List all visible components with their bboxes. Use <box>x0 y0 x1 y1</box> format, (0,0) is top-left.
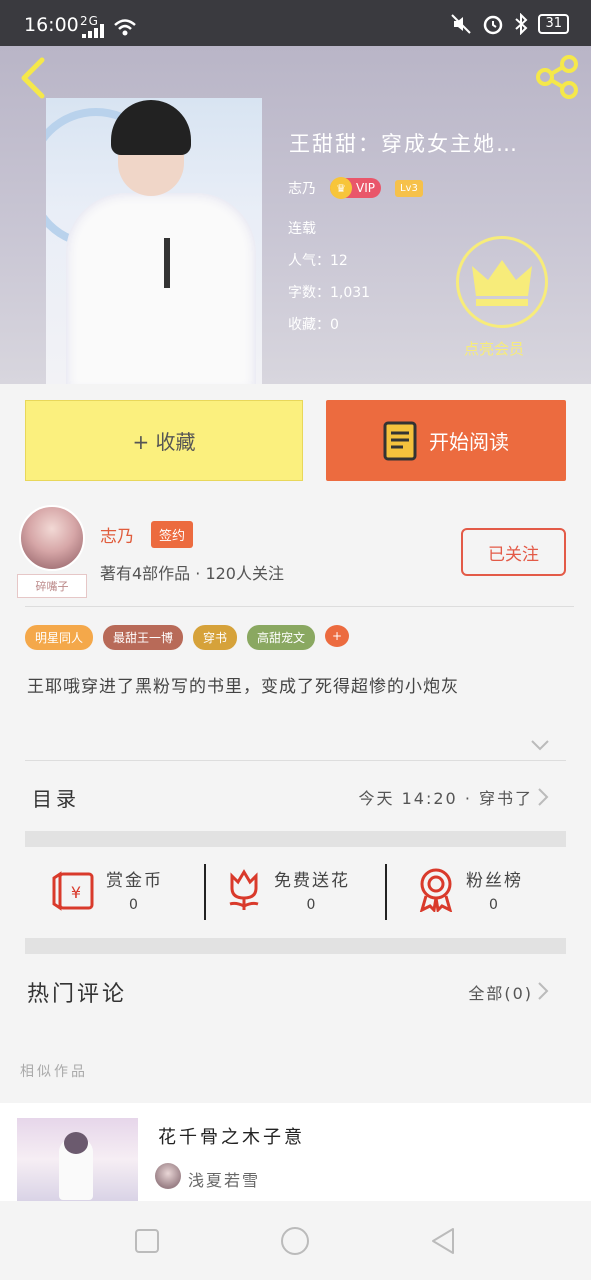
avatar-tag: 碎嘴子 <box>17 574 87 598</box>
toc-latest[interactable]: 今天 14:20 · 穿书了 <box>359 785 533 809</box>
vip-badge: ♛ VIP <box>330 177 381 199</box>
divider <box>25 760 566 761</box>
alarm-icon <box>484 15 503 35</box>
reward-coins-button[interactable]: ¥ 赏金币 0 <box>52 866 163 913</box>
send-flower-button[interactable]: 免费送花 0 <box>224 866 350 913</box>
similar-author-avatar <box>155 1163 181 1189</box>
mute-icon <box>451 14 472 34</box>
book-title: 王甜甜：穿成女主她… <box>289 132 519 156</box>
tag-item[interactable]: 明星同人 <box>25 625 94 650</box>
tag-list: 明星同人 最甜王一博 穿书 高甜宠文 + <box>25 625 350 650</box>
add-tag-button[interactable]: + <box>325 625 350 647</box>
book-description: 王耶哦穿进了黑粉写的书里，变成了死得超惨的小炮灰 <box>27 677 459 697</box>
system-nav-bar <box>0 1201 591 1280</box>
author-name[interactable]: 志乃 <box>100 522 134 547</box>
crown-icon: ♛ <box>330 177 352 199</box>
crown-icon <box>472 260 532 306</box>
divider <box>25 606 574 607</box>
wifi-icon <box>114 19 136 36</box>
home-icon[interactable] <box>279 1225 311 1257</box>
chevron-right-icon[interactable] <box>537 787 549 807</box>
similar-book-card[interactable]: 花千骨之木子意 浅夏若雪 <box>0 1103 591 1201</box>
author-stats: 著有4部作品 · 120人关注 <box>100 564 284 583</box>
status-time: 16:00 <box>24 14 79 36</box>
book-cover[interactable] <box>46 98 262 384</box>
member-button[interactable] <box>456 236 548 328</box>
action-count: 0 <box>129 897 140 913</box>
share-icon[interactable] <box>535 54 581 100</box>
author-name[interactable]: 志乃 <box>288 178 316 198</box>
popularity: 人气：12 <box>288 253 348 269</box>
battery-indicator: 31 <box>538 14 569 34</box>
svg-text:¥: ¥ <box>71 883 81 902</box>
serial-status: 连载 <box>288 221 316 237</box>
start-reading-button[interactable]: 开始阅读 <box>326 400 566 481</box>
action-label: 粉丝榜 <box>466 871 523 891</box>
member-label: 点亮会员 <box>464 340 525 358</box>
section-band <box>25 938 566 954</box>
section-band <box>25 831 566 847</box>
all-comments-link[interactable]: 全部(0) <box>468 980 533 1004</box>
status-bar: 16:00 2G 31 <box>0 0 591 46</box>
action-label: 免费送花 <box>274 871 350 891</box>
signed-badge: 签约 <box>151 521 194 548</box>
fan-ranking-button[interactable]: 粉丝榜 0 <box>416 866 523 913</box>
red-envelope-icon: ¥ <box>52 871 94 911</box>
author-avatar[interactable] <box>19 505 85 571</box>
book-header: 王甜甜：穿成女主她… 志乃 ♛ VIP Lv3 连载 人气：12 字数：1,03… <box>0 46 591 384</box>
collect-button[interactable]: + 收藏 <box>25 400 303 481</box>
action-label: 赏金币 <box>106 871 163 891</box>
back-nav-icon[interactable] <box>427 1225 459 1257</box>
similar-book-author: 浅夏若雪 <box>188 1171 261 1190</box>
recent-apps-icon[interactable] <box>131 1225 163 1257</box>
chevron-right-icon[interactable] <box>537 981 549 1001</box>
similar-works-label: 相似作品 <box>20 1064 88 1080</box>
word-count: 字数：1,031 <box>288 285 371 301</box>
book-icon <box>383 421 417 460</box>
vertical-divider <box>204 864 206 920</box>
action-count: 0 <box>306 897 318 913</box>
similar-book-cover[interactable] <box>17 1118 138 1201</box>
tag-item[interactable]: 穿书 <box>193 625 238 650</box>
flower-icon <box>229 869 259 910</box>
author-line: 志乃 ♛ VIP Lv3 <box>288 177 423 199</box>
tag-item[interactable]: 高甜宠文 <box>247 625 316 650</box>
medal-icon <box>419 868 453 912</box>
action-count: 0 <box>489 897 500 913</box>
favorites-count: 收藏：0 <box>288 317 339 333</box>
start-reading-label: 开始阅读 <box>429 430 509 454</box>
toc-label[interactable]: 目录 <box>32 783 80 812</box>
vertical-divider <box>385 864 387 920</box>
hot-comments-title: 热门评论 <box>27 982 128 1007</box>
signal-icon <box>82 24 104 38</box>
back-icon[interactable] <box>14 56 54 100</box>
expand-icon[interactable] <box>530 738 550 752</box>
similar-book-title[interactable]: 花千骨之木子意 <box>158 1123 305 1149</box>
tag-item[interactable]: 最甜王一博 <box>103 625 184 650</box>
follow-button[interactable]: 已关注 <box>461 528 566 576</box>
level-badge: Lv3 <box>394 179 423 197</box>
bluetooth-icon <box>515 13 528 35</box>
